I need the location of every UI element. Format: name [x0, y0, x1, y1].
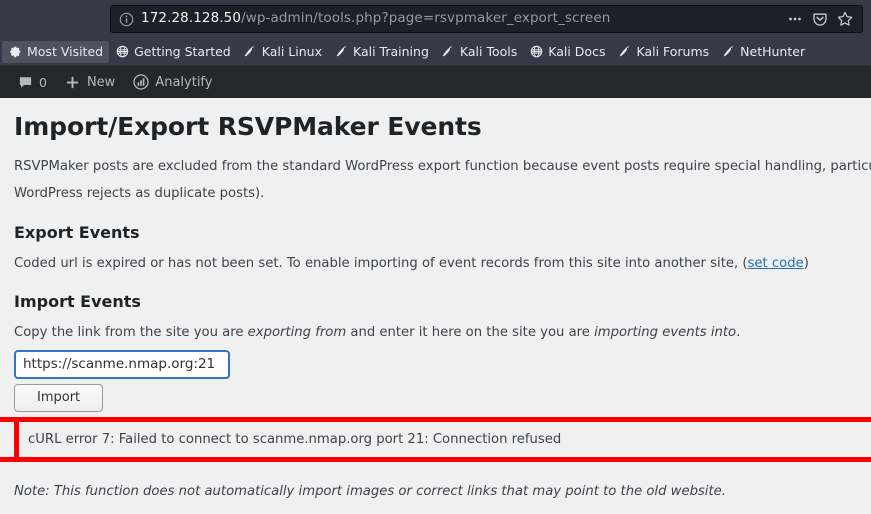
dragon-icon [243, 45, 257, 59]
url-text[interactable]: 172.28.128.50/wp-admin/tools.php?page=rs… [141, 12, 781, 26]
admin-page-content: Import/Export RSVPMaker Events RSVPMaker… [0, 98, 871, 512]
bookmark-kali-training[interactable]: Kali Training [328, 41, 435, 63]
import-error-message: cURL error 7: Failed to connect to scanm… [0, 417, 871, 462]
instruction-emphasis-exporting: exporting from [247, 325, 347, 341]
bookmark-label: Kali Forums [636, 44, 710, 59]
bookmark-label: NetHunter [740, 44, 806, 59]
import-button[interactable]: Import [14, 383, 104, 412]
import-instruction-text: Copy the link from the site you are expo… [14, 322, 871, 343]
bar-chart-circle-icon [133, 74, 149, 90]
adminbar-new-label: New [86, 74, 116, 90]
dragon-icon [617, 45, 631, 59]
import-events-heading: Import Events [14, 292, 141, 312]
plus-icon [65, 74, 81, 90]
dragon-icon [334, 45, 348, 59]
export-events-heading: Export Events [14, 222, 140, 242]
adminbar-new[interactable]: New [56, 66, 124, 98]
address-bar[interactable]: 172.28.128.50/wp-admin/tools.php?page=rs… [110, 5, 863, 33]
import-url-input[interactable] [14, 349, 230, 379]
url-path: /wp-admin/tools.php?page=rsvpmaker_expor… [241, 12, 611, 26]
bookmark-kali-linux[interactable]: Kali Linux [237, 41, 328, 63]
dragon-icon [721, 45, 735, 59]
browser-navigation-bar: 172.28.128.50/wp-admin/tools.php?page=rs… [0, 0, 871, 38]
globe-icon [115, 45, 129, 59]
bookmark-most-visited[interactable]: Most Visited [2, 40, 110, 63]
import-note: Note: This function does not automatical… [14, 484, 726, 499]
bookmark-getting-started[interactable]: Getting Started [109, 41, 237, 63]
adminbar-analytify-label: Analytify [155, 74, 213, 90]
bookmark-label: Kali Linux [261, 44, 322, 59]
bookmark-kali-tools[interactable]: Kali Tools [435, 41, 523, 63]
export-text-after-link: ) [803, 255, 809, 271]
bookmarks-toolbar: Most Visited Getting Started Kali Linux [0, 38, 871, 66]
gear-icon [8, 45, 22, 59]
set-code-link[interactable]: set code [748, 256, 804, 271]
comment-bubble-icon [17, 74, 33, 90]
adminbar-comments[interactable]: 0 [8, 66, 56, 98]
wordpress-admin-bar: 0 New Analytify [0, 66, 871, 98]
bookmark-label: Kali Tools [459, 44, 518, 59]
bookmark-label: Most Visited [27, 44, 104, 59]
comments-count: 0 [39, 74, 47, 90]
bookmark-star-icon[interactable] [834, 8, 856, 30]
intro-paragraph-line2: WordPress rejects as duplicate posts). [14, 186, 265, 202]
bookmark-label: Kali Docs [548, 44, 606, 59]
save-to-pocket-icon[interactable] [809, 8, 831, 30]
instruction-part2: and enter it here on the site you are [346, 325, 595, 341]
globe-icon [529, 45, 543, 59]
bookmark-kali-forums[interactable]: Kali Forums [611, 41, 715, 63]
export-text-before-link: Coded url is expired or has not been set… [14, 255, 748, 271]
bookmark-nethunter[interactable]: NetHunter [715, 41, 811, 63]
dragon-icon [441, 45, 455, 59]
import-error-wrapper: cURL error 7: Failed to connect to scanm… [0, 417, 871, 462]
intro-paragraph-line1: RSVPMaker posts are excluded from the st… [14, 159, 871, 174]
adminbar-analytify[interactable]: Analytify [124, 66, 221, 98]
error-left-border [14, 422, 19, 457]
page-title: Import/Export RSVPMaker Events [14, 112, 482, 141]
browser-chrome: 172.28.128.50/wp-admin/tools.php?page=rs… [0, 0, 871, 66]
bookmark-label: Getting Started [134, 44, 231, 59]
site-info-icon[interactable] [119, 12, 134, 27]
export-status-text: Coded url is expired or has not been set… [14, 253, 871, 274]
bookmark-label: Kali Training [353, 44, 429, 59]
bookmark-kali-docs[interactable]: Kali Docs [523, 41, 611, 63]
instruction-part3: . [736, 325, 741, 341]
url-host: 172.28.128.50 [141, 12, 242, 26]
page-actions-icon[interactable] [784, 8, 806, 30]
instruction-part1: Copy the link from the site you are [14, 325, 248, 341]
instruction-emphasis-importing: importing events into [594, 325, 737, 341]
